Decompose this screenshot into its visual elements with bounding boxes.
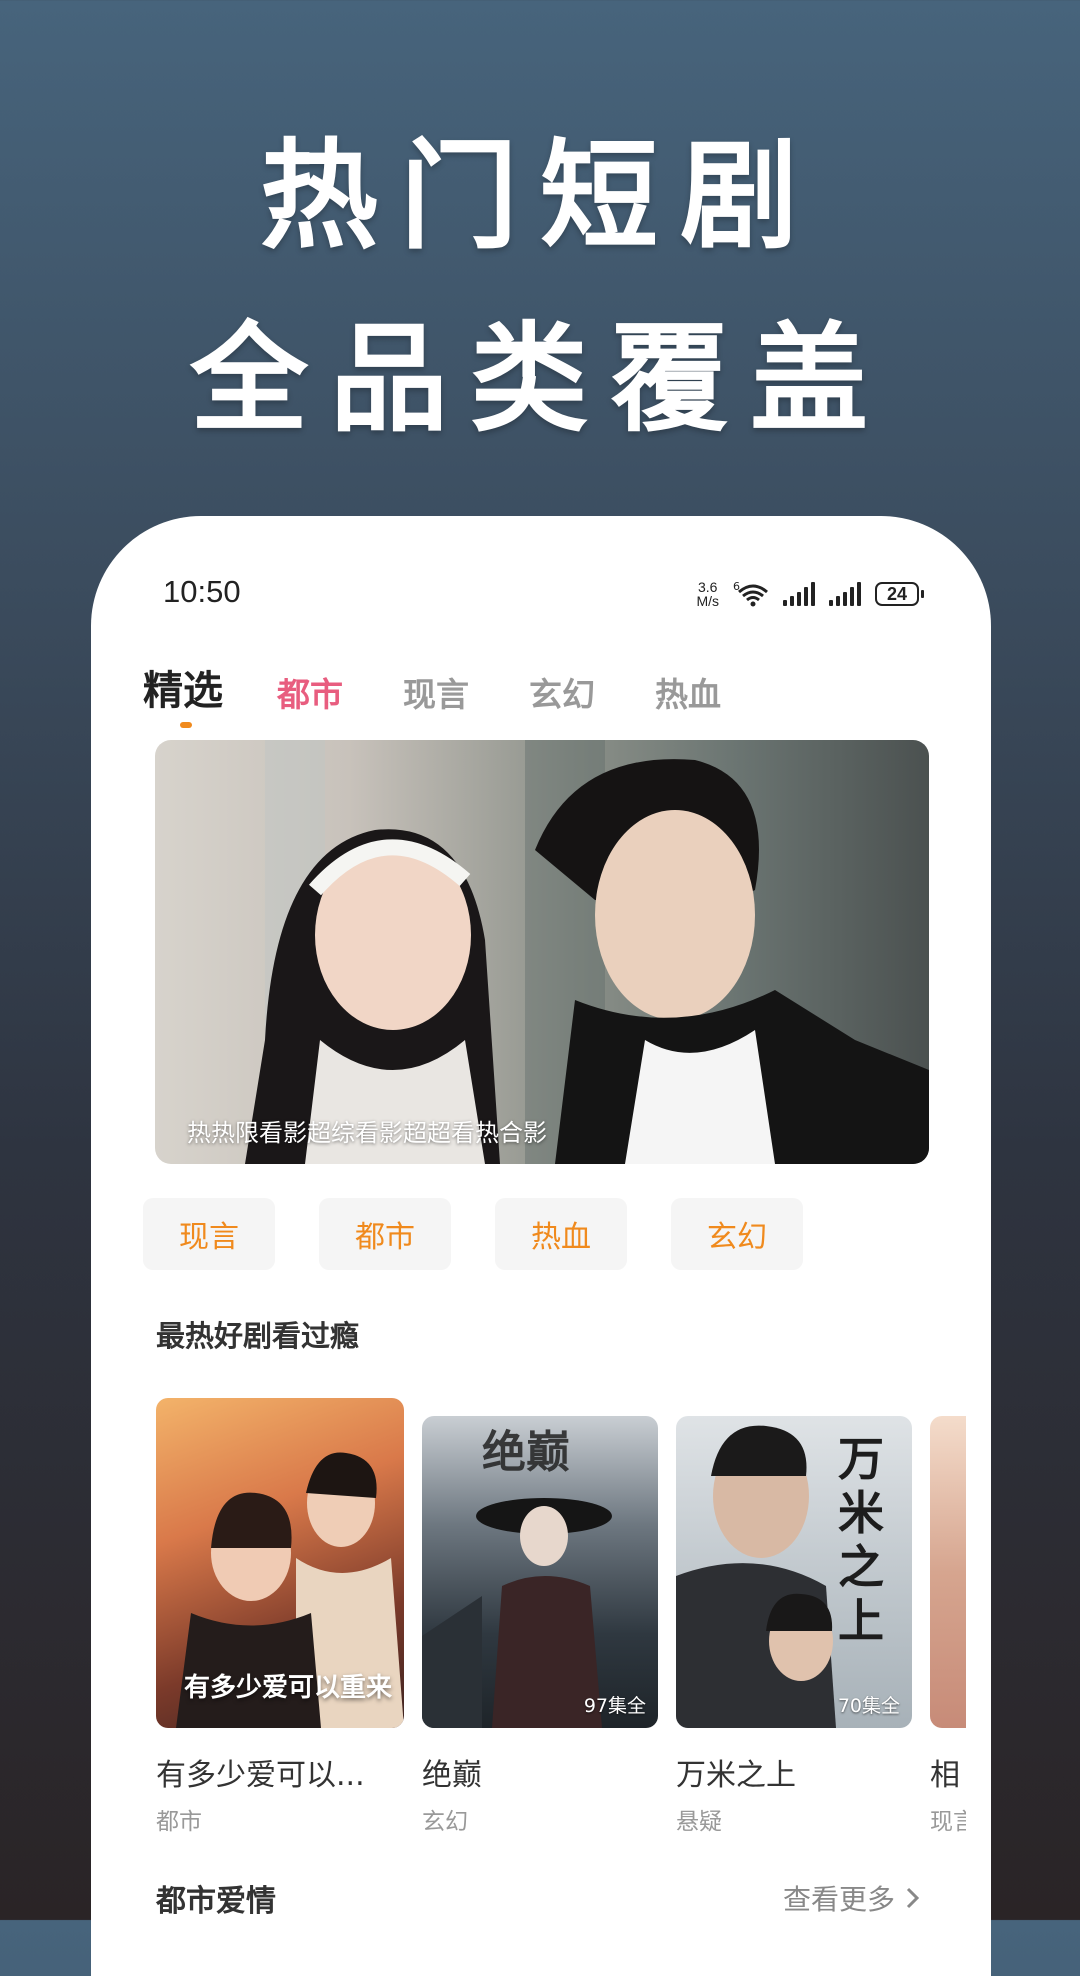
tab-action[interactable]: 热血 [655,668,721,716]
chip-fantasy[interactable]: 玄幻 [671,1198,803,1270]
promo-title-line1: 热门短剧 [259,126,820,265]
phone-mockup: 10:50 3.6 M/s 6 24 精选 都市 现言 玄幻 热血 热热限看影超… [91,516,991,1976]
status-icons: 3.6 M/s 6 24 [696,574,924,614]
chevron-right-icon [906,1887,920,1909]
promo-title-line2: 全品类覆盖 [189,309,890,448]
drama-card[interactable]: 绝巅 97集全 绝巅 玄幻 [422,1398,658,1836]
view-more-link[interactable]: 查看更多 [783,1878,921,1918]
drama-card[interactable]: 相 现言 [930,1398,966,1836]
drama-title: 绝巅 [422,1758,482,1793]
poster-title: 万米之上 [838,1432,884,1648]
chip-action[interactable]: 热血 [495,1198,627,1270]
drama-poster: 万米之上 70集全 [676,1416,912,1728]
poster-title: 有多少爱可以重来 [184,1673,393,1703]
banner-caption: 热热限看影超综看影超超看热合影 [187,1119,547,1147]
signal-icon-sim1 [783,582,815,606]
battery-icon: 24 [875,582,924,606]
banner-image [245,740,929,1164]
drama-genre: 都市 [156,1809,202,1835]
drama-title: 有多少爱可以... [156,1758,365,1793]
view-more-label: 查看更多 [782,1883,895,1916]
drama-card[interactable]: 有多少爱可以重来 有多少爱可以... 都市 [156,1398,404,1836]
section-title-hot: 最热好剧看过瘾 [156,1319,360,1353]
drama-title: 万米之上 [676,1758,796,1793]
episode-badge: 97集全 [583,1695,646,1717]
chip-modern-romance[interactable]: 现言 [143,1198,275,1270]
drama-card[interactable]: 万米之上 70集全 万米之上 悬疑 [676,1398,912,1836]
drama-poster: 有多少爱可以重来 [156,1398,404,1728]
signal-icon-sim2 [829,582,861,606]
status-bar: 10:50 3.6 M/s 6 24 [91,574,991,614]
network-speed-value: 3.6 [697,579,718,595]
drama-card-list: 有多少爱可以重来 有多少爱可以... 都市 绝巅 97集全 绝巅 玄幻 万米之上… [156,1398,966,1836]
drama-genre: 悬疑 [676,1809,722,1835]
drama-poster [930,1416,966,1728]
chip-urban[interactable]: 都市 [319,1198,451,1270]
poster-title: 绝巅 [482,1427,570,1478]
drama-genre: 现言 [930,1809,966,1835]
tab-modern-romance[interactable]: 现言 [403,668,469,716]
tab-indicator [180,722,192,728]
featured-banner[interactable]: 热热限看影超综看影超超看热合影 [155,740,929,1164]
genre-chips: 现言 都市 热血 玄幻 [143,1198,803,1270]
status-time: 10:50 [163,574,241,609]
wifi-icon: 6 [733,580,768,607]
tab-urban[interactable]: 都市 [277,668,343,716]
drama-poster: 绝巅 97集全 [422,1416,658,1728]
tab-featured[interactable]: 精选 [143,658,223,716]
episode-badge: 70集全 [837,1695,900,1717]
section-title-urban-romance: 都市爱情 [156,1884,276,1919]
drama-genre: 玄幻 [422,1809,468,1835]
network-speed: 3.6 M/s [696,580,719,608]
drama-title: 相 [930,1758,960,1793]
network-speed-unit: M/s [696,593,719,609]
tab-fantasy[interactable]: 玄幻 [529,668,595,716]
category-tabs: 精选 都市 现言 玄幻 热血 [143,658,781,716]
